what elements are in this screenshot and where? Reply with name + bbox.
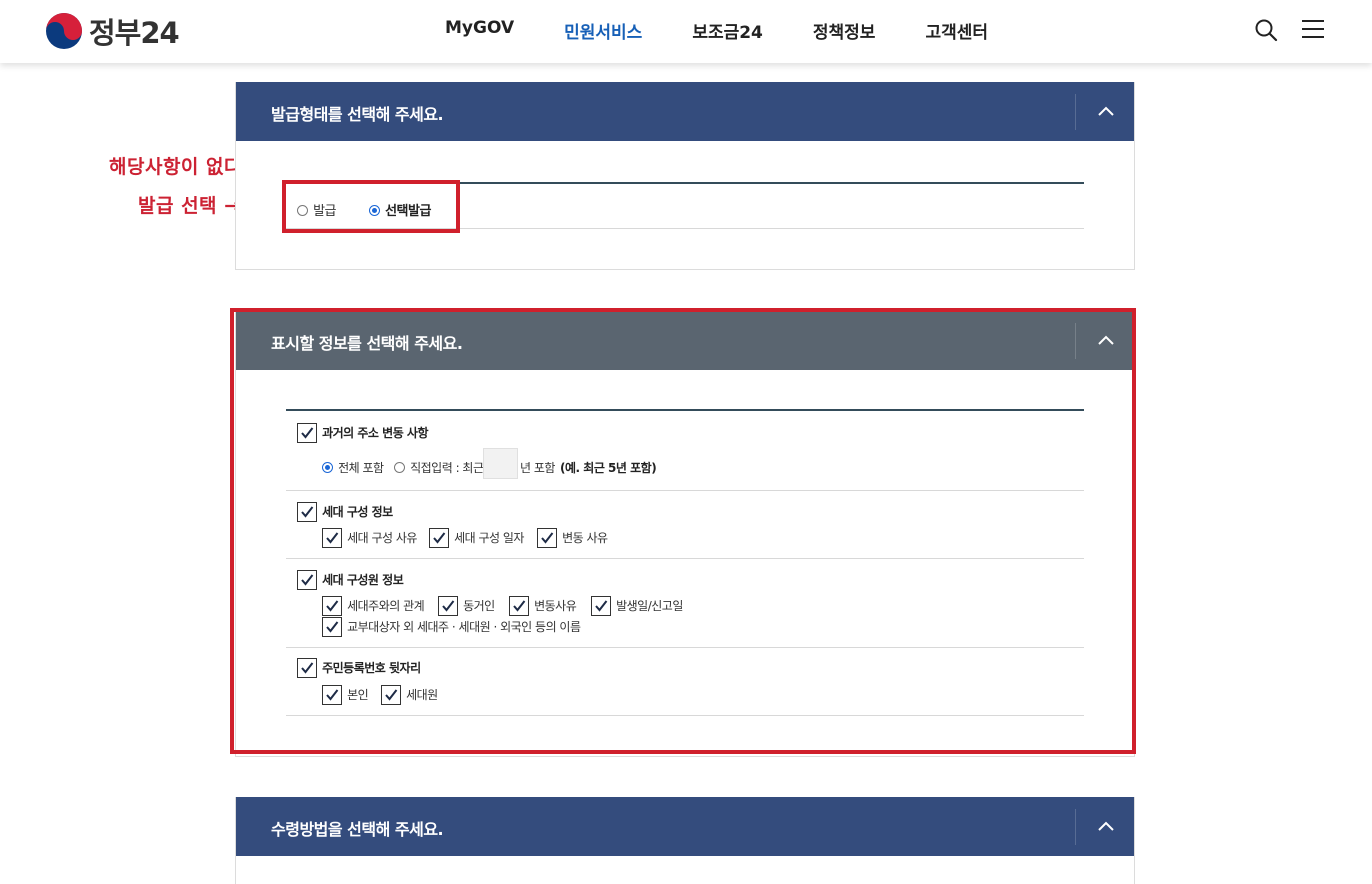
receive-method-panel-header: 수령방법을 선택해 주세요. (236, 797, 1134, 856)
issue-type-panel-header: 발급형태를 선택해 주세요. (236, 82, 1134, 141)
nav-subsidy24[interactable]: 보조금24 (692, 18, 763, 43)
receive-method-panel: 수령방법을 선택해 주세요. (235, 797, 1135, 884)
issue-type-title: 발급형태를 선택해 주세요. (271, 105, 444, 124)
collapse-chevron-up-icon[interactable] (1093, 99, 1119, 125)
header-divider (1075, 94, 1076, 130)
nav-policy-info[interactable]: 정책정보 (813, 18, 876, 43)
highlight-display-info (230, 308, 1136, 754)
nav-mygov[interactable]: MyGOV (445, 18, 514, 43)
receive-method-title: 수령방법을 선택해 주세요. (271, 820, 444, 839)
nav-civil-service[interactable]: 민원서비스 (564, 18, 642, 43)
search-icon[interactable] (1254, 18, 1278, 42)
nav-customer-center[interactable]: 고객센터 (925, 18, 988, 43)
hamburger-menu-icon[interactable] (1302, 19, 1324, 39)
taegeuk-logo-icon (45, 12, 83, 50)
logo-text: 정부24 (89, 16, 180, 50)
annotation-line-2: 발급 선택 → (138, 195, 241, 217)
collapse-chevron-up-icon[interactable] (1093, 814, 1119, 840)
issue-type-panel: 발급형태를 선택해 주세요. 발급 선택발급 (235, 82, 1135, 270)
logo[interactable]: 정부24 (45, 10, 180, 52)
main-navigation: MyGOV 민원서비스 보조금24 정책정보 고객센터 (445, 18, 1038, 43)
highlight-issue-options (282, 180, 460, 233)
site-header: 정부24 MyGOV 민원서비스 보조금24 정책정보 고객센터 (0, 0, 1372, 63)
header-divider (1075, 809, 1076, 845)
